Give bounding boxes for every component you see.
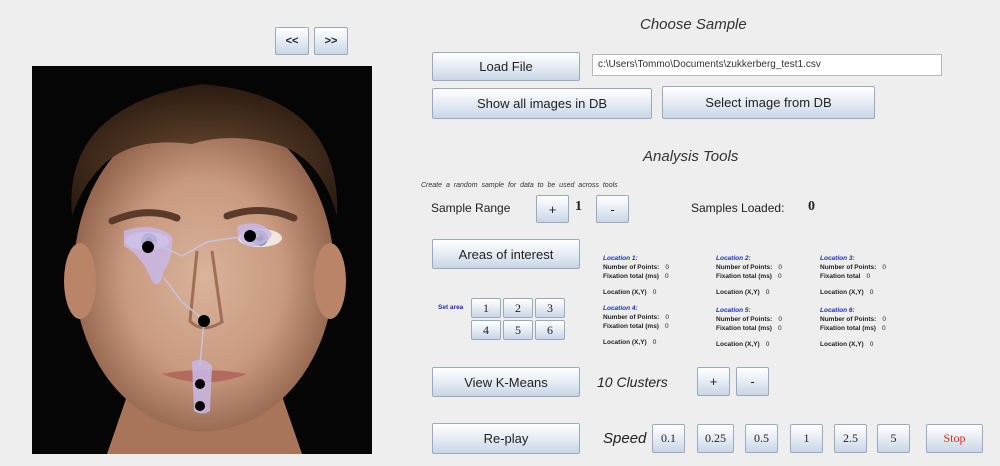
fixation-value: 0 [777,325,782,332]
previous-image-button[interactable]: << [275,27,309,55]
location-heading: Location 4: [603,305,638,312]
area-4-button[interactable]: 4 [471,320,501,340]
fixation-value: 0 [664,323,669,330]
fixation-label: Fixation total (ms) [603,323,659,330]
fixation-label: Fixation total [820,273,861,280]
points-label: Number of Points: [716,316,773,323]
area-5-button[interactable]: 5 [503,320,533,340]
sample-range-label: Sample Range [431,201,511,215]
points-value: 0 [882,316,886,323]
points-value: 0 [778,264,782,271]
location-6-panel: Location 6: Number of Points: 0 Fixation … [820,306,886,349]
fixation-label: Fixation total (ms) [716,325,772,332]
xy-label: Location (X,Y) [716,341,760,348]
fixation-label: Fixation total (ms) [603,273,659,280]
select-image-button[interactable]: Select image from DB [662,86,875,119]
location-3-panel: Location 3: Number of Points: 0 Fixation … [820,254,886,297]
fixation-value: 0 [777,273,782,280]
speed-5-button[interactable]: 5 [877,424,910,453]
area-2-button[interactable]: 2 [503,298,533,318]
location-2-panel: Location 2: Number of Points: 0 Fixation … [716,254,782,297]
speed-0.25-button[interactable]: 0.25 [697,424,734,453]
speed-0.5-button[interactable]: 0.5 [745,424,778,453]
file-path-field[interactable]: c:\Users\Tommo\Documents\zukkerberg_test… [592,54,942,76]
analysis-tools-title: Analysis Tools [643,148,739,165]
fixation-label: Fixation total (ms) [820,325,876,332]
fixation-value: 0 [881,325,886,332]
xy-label: Location (X,Y) [820,341,864,348]
replay-button[interactable]: Re-play [432,423,580,454]
xy-value: 0 [765,341,770,348]
speed-1-button[interactable]: 1 [790,424,823,453]
points-label: Number of Points: [716,264,773,271]
load-file-button[interactable]: Load File [432,52,580,81]
points-label: Number of Points: [603,264,660,271]
location-heading: Location 6: [820,307,855,314]
area-1-button[interactable]: 1 [471,298,501,318]
sample-range-value: 1 [575,199,582,214]
view-kmeans-button[interactable]: View K-Means [432,367,580,397]
sample-range-plus-button[interactable]: + [536,195,569,223]
xy-value: 0 [869,289,874,296]
location-heading: Location 3: [820,255,855,262]
points-label: Number of Points: [820,264,877,271]
speed-0.1-button[interactable]: 0.1 [652,424,685,453]
show-all-images-button[interactable]: Show all images in DB [432,88,652,119]
fixation-label: Fixation total (ms) [716,273,772,280]
xy-label: Location (X,Y) [603,339,647,346]
location-heading: Location 5: [716,307,751,314]
points-value: 0 [778,316,782,323]
clusters-label: 10 Clusters [597,374,668,390]
xy-value: 0 [869,341,874,348]
fixation-value: 0 [866,273,871,280]
clusters-plus-button[interactable]: + [697,367,730,396]
points-label: Number of Points: [820,316,877,323]
clusters-minus-button[interactable]: - [736,367,769,396]
xy-value: 0 [652,289,657,296]
speed-label: Speed [603,430,647,447]
location-1-panel: Location 1: Number of Points: 0 Fixation … [603,254,669,297]
xy-label: Location (X,Y) [603,289,647,296]
xy-label: Location (X,Y) [716,289,760,296]
next-image-button[interactable]: >> [314,27,348,55]
stimulus-image [32,66,372,454]
stop-button[interactable]: Stop [926,424,983,453]
location-4-panel: Location 4: Number of Points: 0 Fixation … [603,304,669,347]
points-value: 0 [882,264,886,271]
location-5-panel: Location 5: Number of Points: 0 Fixation … [716,306,782,349]
choose-sample-title: Choose Sample [640,16,747,33]
set-area-label: Set area [438,304,464,311]
fixation-value: 0 [664,273,669,280]
areas-of-interest-button[interactable]: Areas of interest [432,239,580,269]
samples-loaded-value: 0 [808,199,815,214]
xy-value: 0 [765,289,770,296]
samples-loaded-label: Samples Loaded: [691,201,785,215]
face-photo [32,66,372,454]
points-label: Number of Points: [603,314,660,321]
points-value: 0 [665,314,669,321]
xy-label: Location (X,Y) [820,289,864,296]
location-heading: Location 1: [603,255,638,262]
location-heading: Location 2: [716,255,751,262]
points-value: 0 [665,264,669,271]
area-6-button[interactable]: 6 [535,320,565,340]
sample-range-minus-button[interactable]: - [596,195,629,223]
xy-value: 0 [652,339,657,346]
random-sample-note: Create a random sample for data to be us… [421,182,618,189]
area-3-button[interactable]: 3 [535,298,565,318]
speed-2.5-button[interactable]: 2.5 [834,424,867,453]
